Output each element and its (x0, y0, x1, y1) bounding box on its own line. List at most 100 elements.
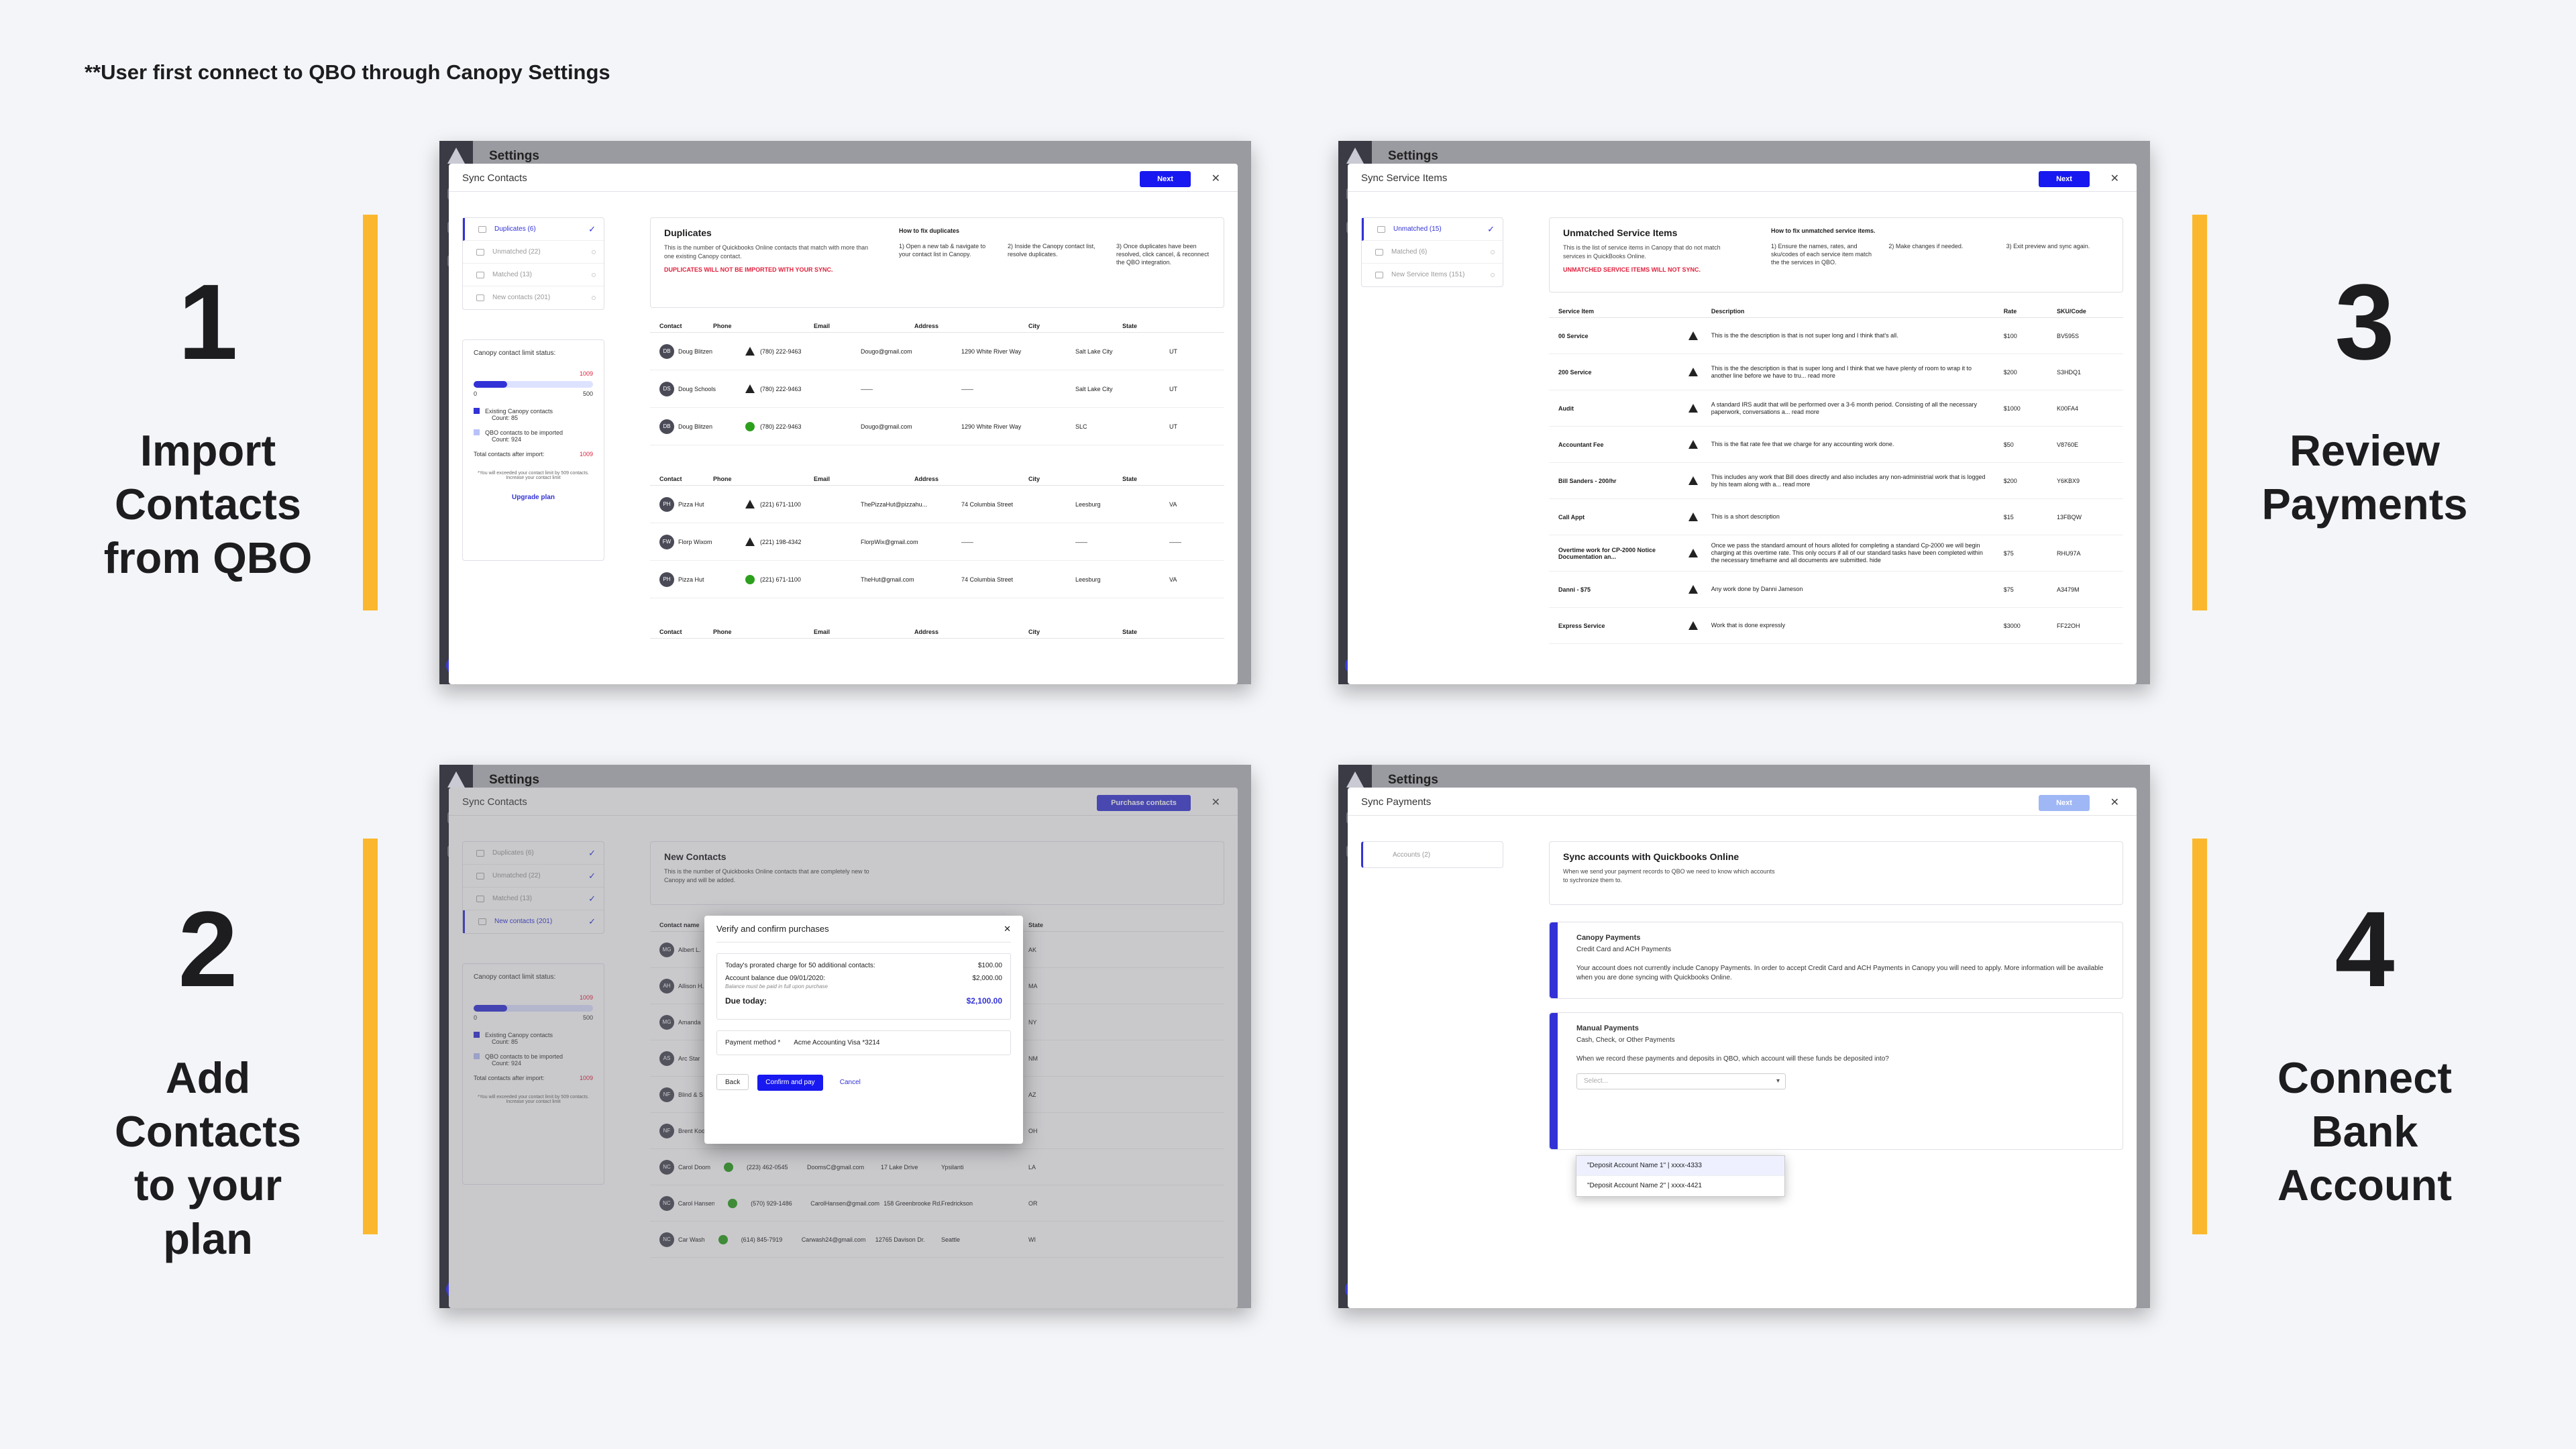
list-add-icon (1375, 272, 1383, 278)
column-header: Contact (659, 476, 682, 482)
upgrade-plan-link[interactable]: Upgrade plan (474, 494, 593, 501)
service-item-cell: 200 Service (1558, 368, 1711, 376)
sync-service-items-modal: Sync Service Items Next ✕ Unmatched (15) ✓ … (1348, 164, 2137, 684)
service-item-cell: Overtime work for CP-2000 Notice Documen… (1558, 547, 1711, 560)
column-header: City (1028, 323, 1040, 329)
verify-purchase-dialog: Verify and confirm purchases ✕ Today's pr… (704, 916, 1023, 1144)
table-row[interactable]: Audit A standard IRS audit that will be p… (1549, 390, 2123, 427)
sku-code: V8760E (2056, 441, 2078, 448)
service-item-name: Overtime work for CP-2000 Notice Documen… (1558, 546, 1656, 560)
table-row[interactable]: FW Florp Wixom (221) 198-4342 FlorpWix@gmai… (650, 523, 1224, 561)
column-header: State (1122, 323, 1138, 329)
close-icon[interactable]: ✕ (1212, 172, 1220, 185)
step-nav: Duplicates (6) ✓ Unmatched (22) Matched (… (462, 217, 604, 310)
nav-item-matched[interactable]: Matched (6) (1362, 241, 1503, 264)
column-header: Contact (659, 629, 682, 635)
canopy-icon (1688, 585, 1698, 594)
canopy-icon (745, 537, 755, 546)
avatar: PH (659, 496, 674, 512)
service-item-cell: Danni - $75 (1558, 585, 1711, 594)
next-button[interactable]: Next (1140, 171, 1191, 187)
column-header: Phone (713, 629, 732, 635)
description: This is the the description is that is s… (1711, 364, 1972, 379)
table-cell: 74 Columbia Street (961, 576, 1014, 583)
table-row[interactable]: PH Pizza Hut (221) 671-1100 TheHut@gmail.co… (650, 561, 1224, 598)
duplicates-table-1: Contact Phone Email Address City State DB Doug … (650, 319, 1224, 445)
table-row[interactable]: DB Doug Blitzen (780) 222-9463 Dougo@gmail.… (650, 333, 1224, 370)
column-header: Service Item (1558, 308, 1595, 315)
duplicates-table-3: Contact Phone Email Address City State (650, 625, 1224, 639)
table-row[interactable]: Danni - $75 Any work done by Danni Jameso… (1549, 572, 2123, 608)
service-item-name: 200 Service (1558, 368, 1592, 376)
sku-code: Y6KBX9 (2056, 477, 2080, 484)
column-header: Description (1711, 308, 1745, 315)
payment-method-select[interactable]: Acme Accounting Visa *3214 (794, 1039, 879, 1046)
description: Once we pass the standard amount of hour… (1711, 542, 1983, 564)
nav-item-duplicates[interactable]: Duplicates (6) ✓ (463, 218, 604, 241)
sku-code: 13FBQW (2056, 513, 2082, 521)
nav-item-unmatched[interactable]: Unmatched (22) (463, 241, 604, 264)
service-item-name: Accountant Fee (1558, 441, 1604, 448)
next-button[interactable]: Next (2039, 795, 2090, 811)
table-row[interactable]: Call Appt This is a short description $15 1… (1549, 499, 2123, 535)
close-icon[interactable]: ✕ (2110, 796, 2119, 809)
sync-accounts-card: Sync accounts with Quickbooks Online When… (1549, 841, 2123, 905)
rate: $200 (2003, 477, 2017, 484)
sync-payments-modal: Sync Payments Next ✕ Accounts (2) Sync acc… (1348, 788, 2137, 1308)
screenshot-sync-contacts-duplicates: Settings Sync Contacts Next ✕ Duplicates (… (439, 141, 1251, 684)
table-cell: UT (1169, 423, 1177, 430)
table-cell: 1290 White River Way (961, 347, 1022, 355)
table-cell: FlorpWix@gmail.com (861, 538, 918, 545)
contact-name: Doug Schools (678, 385, 716, 392)
intro-note: **User first connect to QBO through Cano… (85, 60, 610, 84)
rate: $100 (2003, 332, 2017, 339)
close-icon[interactable]: ✕ (1004, 916, 1011, 943)
table-cell: Salt Lake City (1075, 347, 1113, 355)
canopy-icon (1688, 368, 1698, 376)
step-2-label: 2 Add Contacts to your plan (114, 889, 302, 1264)
canopy-icon (1688, 476, 1698, 485)
contact-name: Doug Blitzen (678, 347, 713, 355)
avatar: DB (659, 419, 674, 434)
nav-item-matched[interactable]: Matched (13) (463, 264, 604, 286)
contact-name: Doug Blitzen (678, 423, 713, 430)
next-button[interactable]: Next (2039, 171, 2090, 187)
table-row[interactable]: Accountant Fee This is the flat rate fee … (1549, 427, 2123, 463)
back-button[interactable]: Back (716, 1074, 749, 1090)
copy-icon (478, 226, 486, 233)
table-row[interactable]: DS Doug Schools (780) 222-9463 —— —— Salt Lak… (650, 370, 1224, 408)
dropdown-option[interactable]: "Deposit Account Name 1" | xxxx-4333 (1576, 1156, 1784, 1176)
table-row[interactable]: Overtime work for CP-2000 Notice Documen… (1549, 535, 2123, 572)
rate: $75 (2003, 586, 2014, 593)
table-cell: Leesburg (1075, 576, 1101, 583)
deposit-account-select[interactable]: Select... ▾ (1576, 1073, 1786, 1089)
table-cell: Dougo@gmail.com (861, 423, 912, 430)
rate: $75 (2003, 549, 2014, 557)
confirm-and-pay-button[interactable]: Confirm and pay (757, 1075, 823, 1091)
service-item-name: Danni - $75 (1558, 586, 1591, 593)
table-row[interactable]: DB Doug Blitzen (780) 222-9463 Dougo@gmail.… (650, 408, 1224, 445)
table-row[interactable]: PH Pizza Hut (221) 671-1100 ThePizzaHut@piz… (650, 486, 1224, 523)
link-icon (1375, 249, 1383, 256)
table-row[interactable]: 200 Service This is the the description i… (1549, 354, 2123, 390)
contact-name: Pizza Hut (678, 500, 704, 508)
close-icon[interactable]: ✕ (2110, 172, 2119, 185)
table-row[interactable]: 00 Service This is the the description is… (1549, 318, 2123, 354)
nav-item-unmatched[interactable]: Unmatched (15) ✓ (1362, 218, 1503, 241)
nav-item-accounts[interactable]: Accounts (2) (1361, 841, 1503, 868)
table-row[interactable]: Bill Sanders - 200/hr This includes any w… (1549, 463, 2123, 499)
modal-title: Sync Payments (1361, 796, 1432, 808)
avatar: FW (659, 534, 674, 549)
description: This includes any work that Bill does di… (1711, 473, 1986, 488)
rate: $200 (2003, 368, 2017, 376)
canopy-icon (1688, 440, 1698, 449)
dropdown-option[interactable]: "Deposit Account Name 2" | xxxx-4421 (1576, 1176, 1784, 1196)
unlink-icon (1377, 226, 1385, 233)
nav-item-new-service-items[interactable]: New Service Items (151) (1362, 264, 1503, 286)
cancel-button[interactable]: Cancel (832, 1075, 869, 1091)
column-header: Rate (2003, 308, 2017, 315)
table-row[interactable]: Express Service Work that is done express… (1549, 608, 2123, 644)
nav-item-new-contacts[interactable]: New contacts (201) (463, 286, 604, 309)
service-item-name: Express Service (1558, 622, 1605, 629)
canopy-logo-icon (447, 148, 465, 164)
